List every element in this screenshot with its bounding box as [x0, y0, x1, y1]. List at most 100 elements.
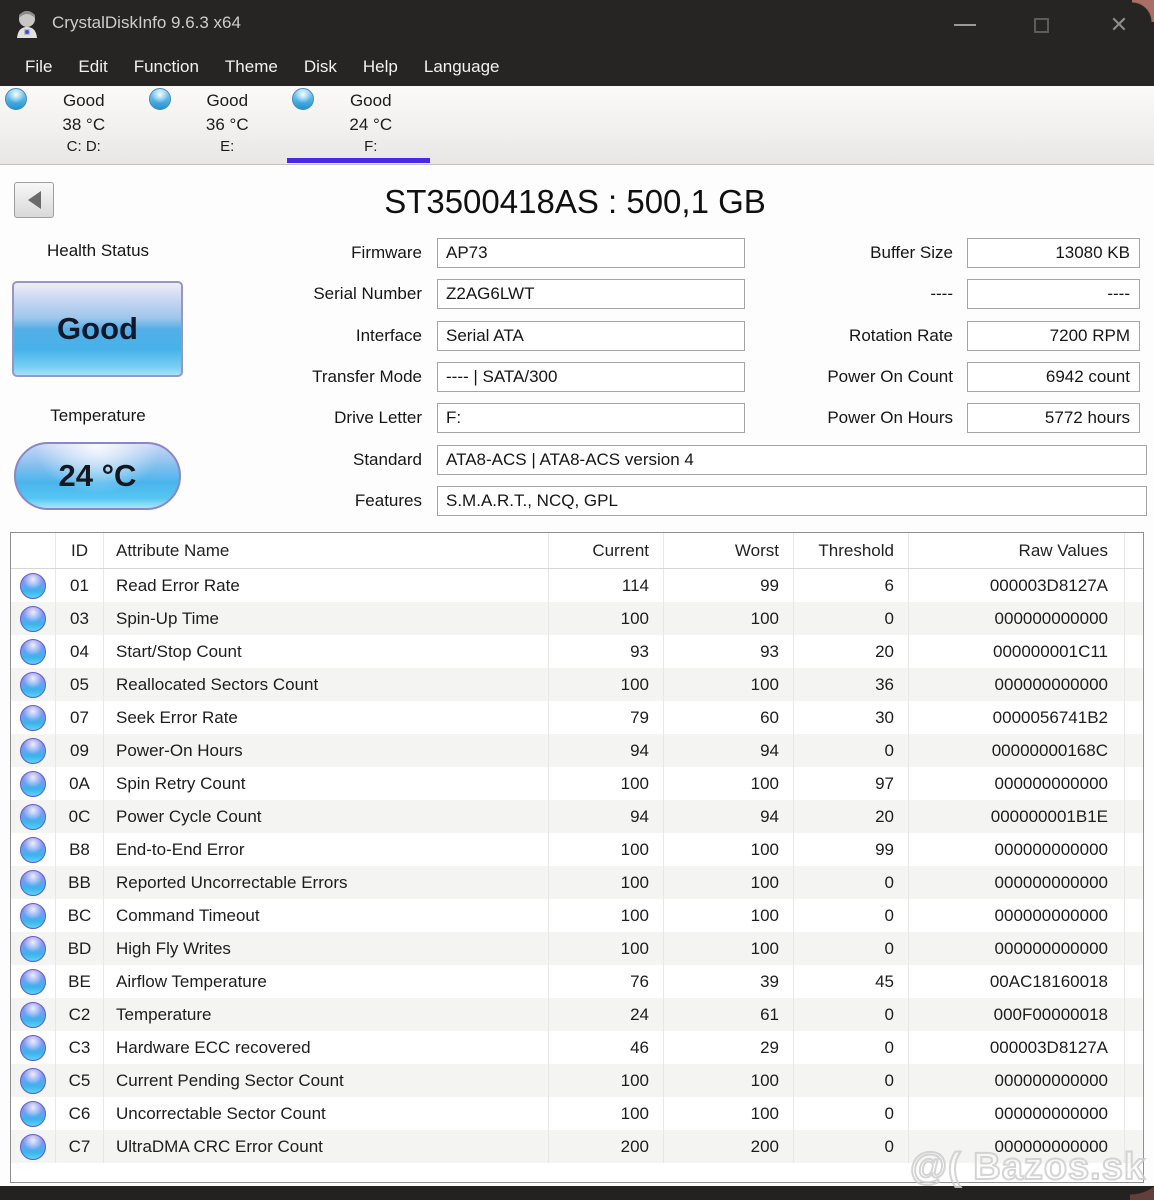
- cell-attribute-name: Reported Uncorrectable Errors: [104, 866, 549, 899]
- menu-item-theme[interactable]: Theme: [212, 53, 291, 81]
- drive-tab-e[interactable]: Good36 °CE:: [144, 86, 288, 164]
- cell-spacer: [1125, 1097, 1143, 1130]
- cell-current: 200: [549, 1130, 664, 1163]
- status-orb-icon: [20, 705, 46, 731]
- status-orb-icon: [20, 903, 46, 929]
- smart-row-c6[interactable]: C6Uncorrectable Sector Count100100000000…: [11, 1097, 1143, 1130]
- cell-id: B8: [56, 833, 104, 866]
- smart-row-b8[interactable]: B8End-to-End Error10010099000000000000: [11, 833, 1143, 866]
- smart-row-09[interactable]: 09Power-On Hours9494000000000168C: [11, 734, 1143, 767]
- field-row-buffer-size: Buffer Size13080 KB: [0, 238, 1154, 268]
- cell-raw-values: 000000000000: [909, 767, 1125, 800]
- menu-item-function[interactable]: Function: [121, 53, 212, 81]
- smart-row-bd[interactable]: BDHigh Fly Writes1001000000000000000: [11, 932, 1143, 965]
- drive-tab-f[interactable]: Good24 °CF:: [287, 86, 431, 164]
- status-orb-icon: [20, 639, 46, 665]
- cell-attribute-name: Seek Error Rate: [104, 701, 549, 734]
- cell-worst: 94: [664, 800, 794, 833]
- header-cell-id: ID: [56, 533, 104, 568]
- menu-item-disk[interactable]: Disk: [291, 53, 350, 81]
- cell-id: 0C: [56, 800, 104, 833]
- field-value-dashes: ----: [967, 279, 1140, 309]
- tab-drive-letters: E:: [168, 138, 288, 155]
- field-row-power-on-count: Power On Count6942 count: [0, 362, 1154, 392]
- tab-temperature: 38 °C: [24, 115, 144, 135]
- smart-row-bc[interactable]: BCCommand Timeout1001000000000000000: [11, 899, 1143, 932]
- field-label-power-on-hours: Power On Hours: [712, 403, 960, 433]
- smart-row-c2[interactable]: C2Temperature24610000F00000018: [11, 998, 1143, 1031]
- cell-raw-values: 000003D8127A: [909, 569, 1125, 602]
- cell-worst: 100: [664, 866, 794, 899]
- cell-spacer: [1125, 998, 1143, 1031]
- cell-spacer: [1125, 800, 1143, 833]
- tab-health-status: Good: [311, 91, 431, 111]
- drive-tab-c-d[interactable]: Good38 °CC: D:: [0, 86, 144, 164]
- smart-row-04[interactable]: 04Start/Stop Count939320000000001C11: [11, 635, 1143, 668]
- tab-temperature: 36 °C: [168, 115, 288, 135]
- cell-status: [11, 800, 56, 833]
- close-icon[interactable]: ✕: [1102, 12, 1136, 38]
- cell-status: [11, 932, 56, 965]
- status-orb-icon: [20, 738, 46, 764]
- smart-row-01[interactable]: 01Read Error Rate114996000003D8127A: [11, 569, 1143, 602]
- cell-worst: 60: [664, 701, 794, 734]
- cell-spacer: [1125, 668, 1143, 701]
- header-cell-spacer: [1125, 533, 1143, 568]
- minimize-icon[interactable]: [948, 12, 982, 38]
- cell-attribute-name: Read Error Rate: [104, 569, 549, 602]
- field-row-rotation-rate: Rotation Rate7200 RPM: [0, 321, 1154, 351]
- field-label-rotation-rate: Rotation Rate: [712, 321, 960, 351]
- menu-item-file[interactable]: File: [12, 53, 65, 81]
- cell-status: [11, 899, 56, 932]
- menu-item-help[interactable]: Help: [350, 53, 411, 81]
- cell-current: 94: [549, 800, 664, 833]
- smart-row-0c[interactable]: 0CPower Cycle Count949420000000001B1E: [11, 800, 1143, 833]
- previous-drive-button[interactable]: [14, 182, 54, 218]
- field-value-power-on-count: 6942 count: [967, 362, 1140, 392]
- smart-row-c5[interactable]: C5Current Pending Sector Count1001000000…: [11, 1064, 1143, 1097]
- cell-worst: 29: [664, 1031, 794, 1064]
- smart-row-0a[interactable]: 0ASpin Retry Count10010097000000000000: [11, 767, 1143, 800]
- cell-id: 07: [56, 701, 104, 734]
- cell-worst: 100: [664, 899, 794, 932]
- cell-threshold: 0: [794, 1064, 909, 1097]
- cell-raw-values: 000000000000: [909, 1130, 1125, 1163]
- menu-item-edit[interactable]: Edit: [65, 53, 120, 81]
- cell-worst: 100: [664, 767, 794, 800]
- cell-id: 09: [56, 734, 104, 767]
- status-orb-icon: [20, 771, 46, 797]
- field-value-power-on-hours: 5772 hours: [967, 403, 1140, 433]
- cell-worst: 100: [664, 602, 794, 635]
- cell-raw-values: 000000000000: [909, 899, 1125, 932]
- app-icon: [13, 9, 41, 39]
- cell-id: C5: [56, 1064, 104, 1097]
- cell-id: C7: [56, 1130, 104, 1163]
- cell-spacer: [1125, 866, 1143, 899]
- smart-row-be[interactable]: BEAirflow Temperature76394500AC18160018: [11, 965, 1143, 998]
- smart-row-07[interactable]: 07Seek Error Rate7960300000056741B2: [11, 701, 1143, 734]
- cell-current: 100: [549, 899, 664, 932]
- field-row-standard: StandardATA8-ACS | ATA8-ACS version 4: [0, 445, 1154, 475]
- smart-row-bb[interactable]: BBReported Uncorrectable Errors100100000…: [11, 866, 1143, 899]
- field-row-power-on-hours: Power On Hours5772 hours: [0, 403, 1154, 433]
- cell-status: [11, 701, 56, 734]
- cell-spacer: [1125, 767, 1143, 800]
- menu-bar: FileEditFunctionThemeDiskHelpLanguage: [0, 48, 1154, 86]
- cell-attribute-name: Airflow Temperature: [104, 965, 549, 998]
- cell-worst: 100: [664, 1064, 794, 1097]
- smart-row-03[interactable]: 03Spin-Up Time1001000000000000000: [11, 602, 1143, 635]
- menu-item-language[interactable]: Language: [411, 53, 513, 81]
- cell-worst: 100: [664, 833, 794, 866]
- smart-row-05[interactable]: 05Reallocated Sectors Count1001003600000…: [11, 668, 1143, 701]
- smart-row-c3[interactable]: C3Hardware ECC recovered46290000003D8127…: [11, 1031, 1143, 1064]
- header-cell-worst: Worst: [664, 533, 794, 568]
- cell-status: [11, 569, 56, 602]
- smart-row-c7[interactable]: C7UltraDMA CRC Error Count20020000000000…: [11, 1130, 1143, 1163]
- cell-raw-values: 000000001B1E: [909, 800, 1125, 833]
- tab-text: Good24 °CF:: [311, 86, 431, 155]
- cell-raw-values: 000000000000: [909, 833, 1125, 866]
- tab-drive-letters: C: D:: [24, 138, 144, 155]
- maximize-icon[interactable]: [1024, 12, 1058, 38]
- cell-attribute-name: Power-On Hours: [104, 734, 549, 767]
- cell-id: 03: [56, 602, 104, 635]
